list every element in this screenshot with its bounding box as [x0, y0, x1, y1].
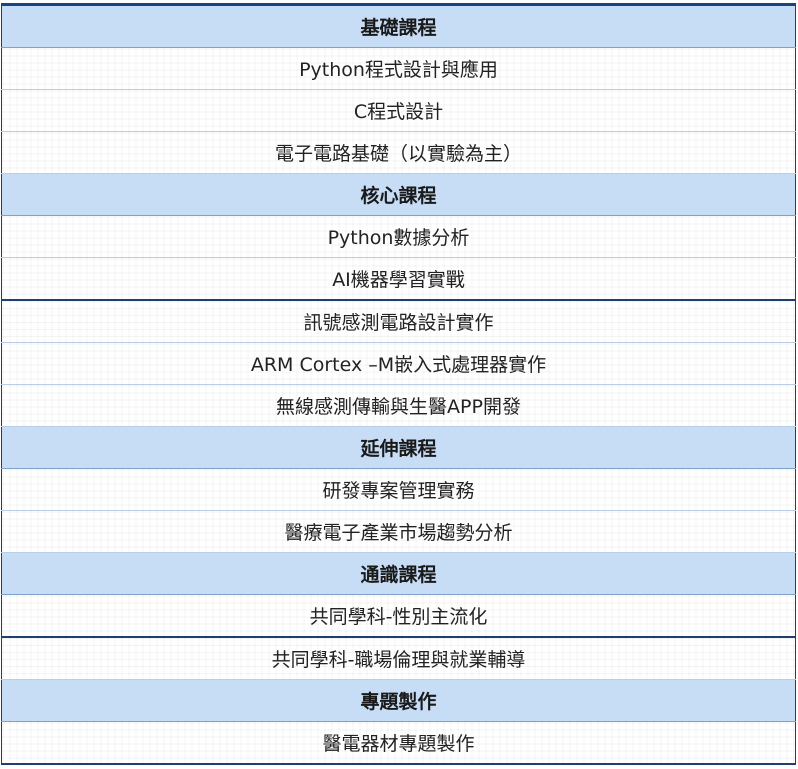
category-title: 通識課程: [1, 552, 796, 595]
course-row: 無線感測傳輸與生醫APP開發: [1, 384, 796, 427]
course-name: 醫療電子產業市場趨勢分析: [1, 510, 796, 553]
course-row: Python數據分析: [1, 215, 796, 258]
course-name: ARM Cortex –M嵌入式處理器實作: [1, 342, 796, 385]
course-row: Python程式設計與應用: [1, 47, 796, 90]
course-name: Python程式設計與應用: [1, 47, 796, 90]
category-title: 延伸課程: [1, 426, 796, 469]
course-row: 訊號感測電路設計實作: [1, 299, 796, 343]
course-name: 訊號感測電路設計實作: [1, 299, 796, 343]
category-row-extended: 延伸課程: [1, 426, 796, 469]
course-name: 共同學科-性別主流化: [1, 594, 796, 638]
course-row: 電子電路基礎（以實驗為主）: [1, 131, 796, 174]
course-row: 共同學科-性別主流化: [1, 594, 796, 638]
category-row-basic: 基礎課程: [1, 3, 796, 48]
course-row: 醫療電子產業市場趨勢分析: [1, 510, 796, 553]
course-row: 共同學科-職場倫理與就業輔導: [1, 636, 796, 680]
course-table: 基礎課程 Python程式設計與應用 C程式設計 電子電路基礎（以實驗為主） 核…: [1, 3, 796, 765]
category-title: 核心課程: [1, 173, 796, 216]
course-name: 電子電路基礎（以實驗為主）: [1, 131, 796, 174]
course-name: AI機器學習實戰: [1, 257, 796, 301]
course-row: AI機器學習實戰: [1, 257, 796, 301]
course-name: Python數據分析: [1, 215, 796, 258]
course-name: C程式設計: [1, 89, 796, 132]
category-row-project: 專題製作: [1, 679, 796, 722]
category-title: 專題製作: [1, 679, 796, 722]
course-row: C程式設計: [1, 89, 796, 132]
course-name: 無線感測傳輸與生醫APP開發: [1, 384, 796, 427]
course-name: 研發專案管理實務: [1, 468, 796, 511]
category-row-general: 通識課程: [1, 552, 796, 595]
category-title: 基礎課程: [1, 3, 796, 48]
course-name: 共同學科-職場倫理與就業輔導: [1, 636, 796, 680]
course-row: ARM Cortex –M嵌入式處理器實作: [1, 342, 796, 385]
course-row: 研發專案管理實務: [1, 468, 796, 511]
course-row: 醫電器材專題製作: [1, 721, 796, 765]
category-row-core: 核心課程: [1, 173, 796, 216]
course-name: 醫電器材專題製作: [1, 721, 796, 765]
